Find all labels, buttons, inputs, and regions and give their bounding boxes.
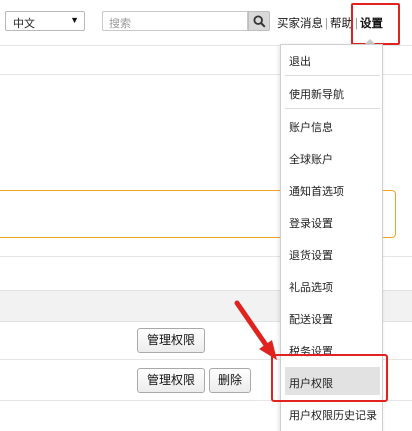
annotation-arrow-icon [234, 300, 277, 360]
